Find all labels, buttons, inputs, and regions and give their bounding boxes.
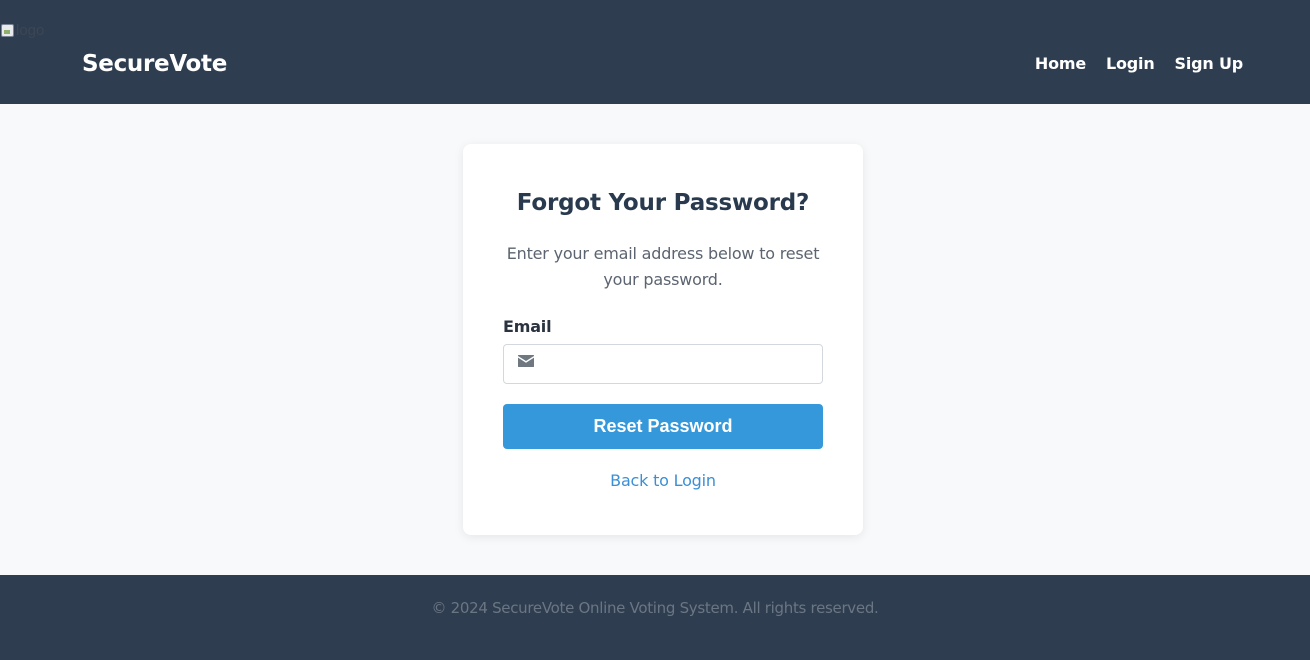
- reset-password-button[interactable]: Reset Password: [503, 404, 823, 449]
- email-field[interactable]: [503, 344, 823, 384]
- site-footer: © 2024 SecureVote Online Voting System. …: [0, 575, 1310, 660]
- footer-copyright: © 2024 SecureVote Online Voting System. …: [431, 599, 879, 617]
- card-title: Forgot Your Password?: [516, 190, 810, 216]
- nav-login-link[interactable]: Login: [1106, 52, 1155, 76]
- nav-home-link[interactable]: Home: [1035, 52, 1086, 76]
- email-label: Email: [503, 317, 552, 336]
- site-brand[interactable]: SecureVote: [82, 49, 227, 79]
- logo-image[interactable]: logo: [0, 20, 44, 40]
- site-header: logo SecureVote Home Login Sign Up: [0, 0, 1310, 104]
- logo-alt-text: logo: [16, 21, 45, 39]
- email-input[interactable]: [544, 345, 814, 383]
- envelope-icon: [518, 355, 534, 367]
- back-to-login-link[interactable]: Back to Login: [463, 469, 863, 493]
- main-nav: Home Login Sign Up: [1035, 52, 1243, 76]
- nav-signup-link[interactable]: Sign Up: [1175, 52, 1244, 76]
- card-subtitle: Enter your email address below to reset …: [506, 244, 820, 289]
- forgot-password-card: Forgot Your Password? Enter your email a…: [463, 144, 863, 535]
- broken-image-icon: [0, 23, 14, 37]
